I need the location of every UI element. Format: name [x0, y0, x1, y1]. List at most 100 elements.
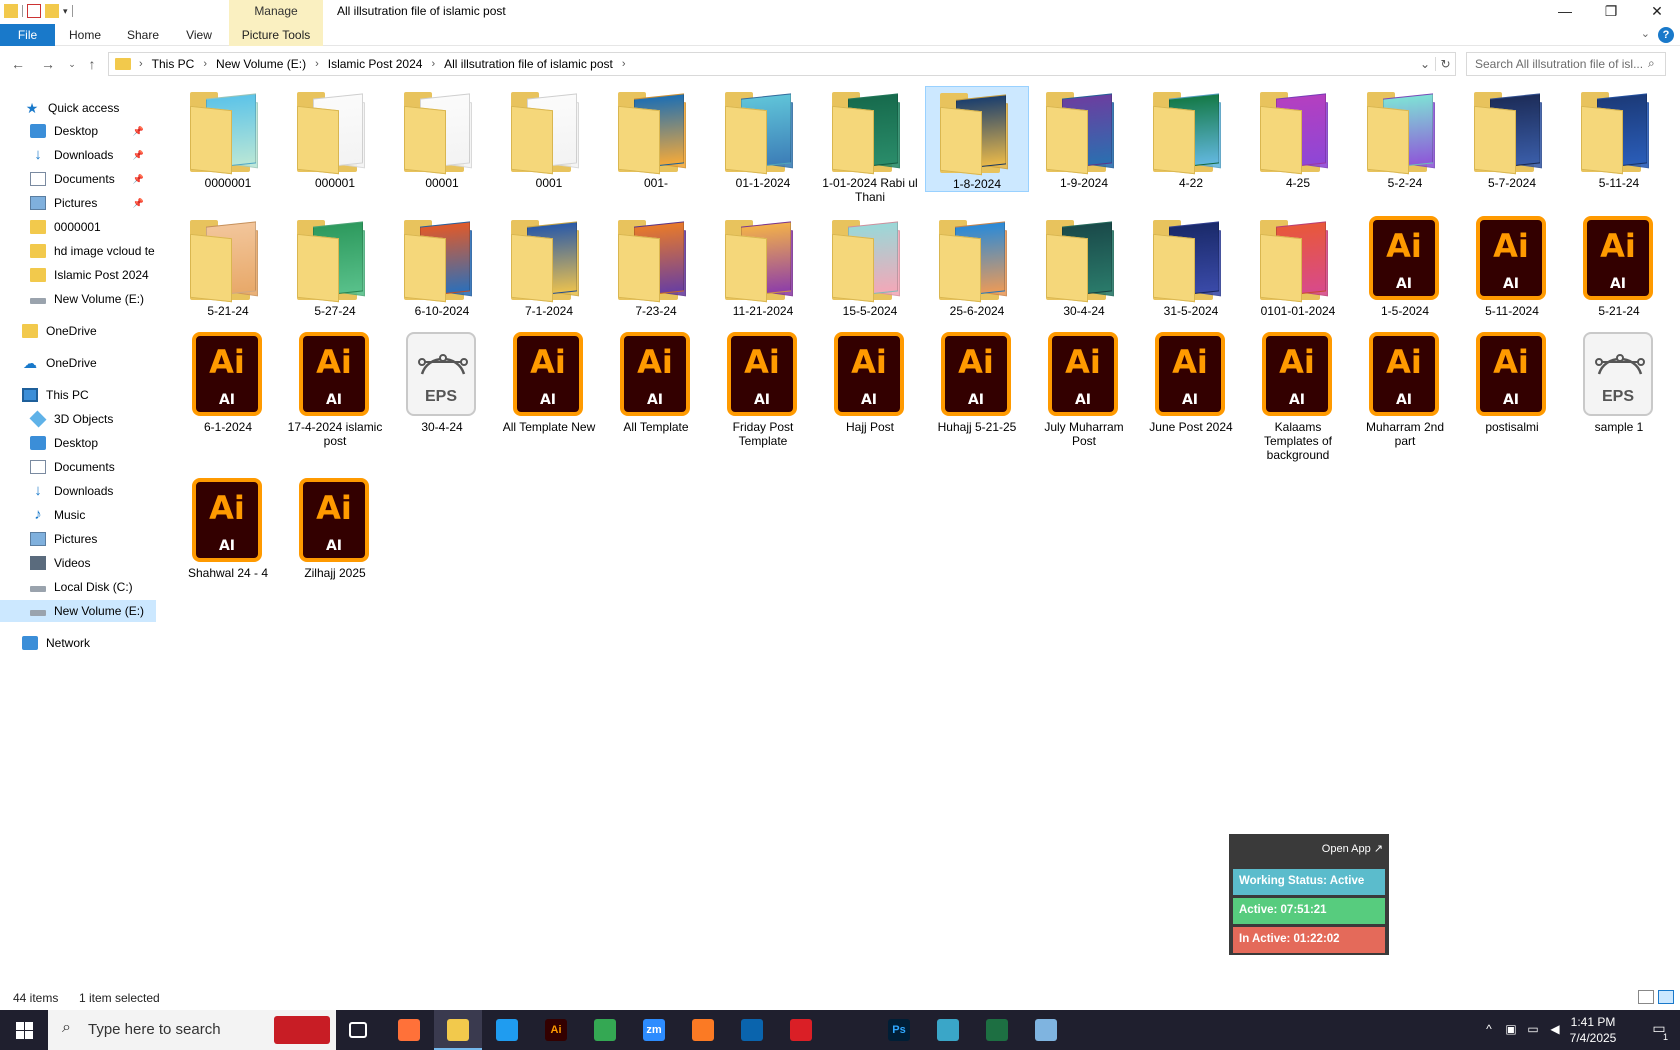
breadcrumb-chevron-icon[interactable]: › [431, 58, 435, 70]
details-view-icon[interactable] [1638, 990, 1654, 1004]
sidebar-item-this-pc[interactable]: This PC [0, 384, 156, 406]
file-item[interactable]: Ai AI Kalaams Templates of background [1246, 330, 1350, 462]
forward-arrow-icon[interactable]: → [38, 55, 58, 73]
folder-item[interactable]: 6-10-2024 [390, 214, 494, 318]
new-folder-icon[interactable] [45, 4, 59, 18]
recent-locations-chevron-icon[interactable]: ⌄ [62, 55, 82, 73]
explorer-folder-icon[interactable] [4, 4, 18, 18]
taskbar-creative-cloud-button[interactable] [777, 1010, 825, 1050]
file-item[interactable]: Ai AI Huhajj 5-21-25 [925, 330, 1029, 434]
sidebar-item-downloads[interactable]: ↓ Downloads [0, 480, 156, 502]
file-item[interactable]: Ai AI 5-21-24 [1567, 214, 1671, 318]
refresh-icon[interactable]: ↻ [1435, 57, 1455, 71]
folder-item[interactable]: 01-1-2024 [711, 86, 815, 190]
close-button[interactable]: ✕ [1634, 0, 1680, 24]
taskbar-zoom-button[interactable]: zm [630, 1010, 678, 1050]
sidebar-item-new-volume-e[interactable]: New Volume (E:) [0, 600, 156, 622]
minimize-button[interactable]: — [1542, 0, 1588, 24]
file-item[interactable]: EPS sample 1 [1567, 330, 1671, 434]
taskbar-task-view-button[interactable] [336, 1010, 384, 1050]
sidebar-item-videos[interactable]: Videos [0, 552, 156, 574]
folder-item[interactable]: 30-4-24 [1032, 214, 1136, 318]
file-item[interactable]: Ai AI Shahwal 24 - 4 [176, 476, 280, 580]
breadcrumb-islamic-post[interactable]: Islamic Post 2024 [328, 57, 423, 71]
file-item[interactable]: Ai AI Hajj Post [818, 330, 922, 434]
file-item[interactable]: EPS 30-4-24 [390, 330, 494, 434]
sidebar-item-onedrive[interactable]: OneDrive [0, 320, 156, 342]
tab-share[interactable]: Share [123, 24, 163, 46]
file-item[interactable]: Ai AI Muharram 2nd part [1353, 330, 1457, 448]
address-history-chevron-icon[interactable]: ⌄ [1415, 57, 1435, 71]
sidebar-item-pictures[interactable]: Pictures [0, 528, 156, 550]
restore-button[interactable]: ❐ [1588, 0, 1634, 24]
manage-contextual-tab[interactable]: Manage [229, 0, 323, 24]
folder-item[interactable]: 1-01-2024 Rabi ul Thani [818, 86, 922, 204]
clock[interactable]: 1:41 PM 7/4/2025 [1558, 1014, 1628, 1046]
tab-home[interactable]: Home [65, 24, 105, 46]
file-item[interactable]: Ai AI 17-4-2024 islamic post [283, 330, 387, 448]
folder-item[interactable]: 5-7-2024 [1460, 86, 1564, 190]
sidebar-item-onedrive[interactable]: ☁ OneDrive [0, 352, 156, 374]
folder-item[interactable]: 15-5-2024 [818, 214, 922, 318]
sidebar-item-pictures[interactable]: Pictures 📌 [0, 192, 156, 214]
sidebar-item-desktop[interactable]: Desktop 📌 [0, 120, 156, 142]
folder-item[interactable]: 5-2-24 [1353, 86, 1457, 190]
folder-item[interactable]: 25-6-2024 [925, 214, 1029, 318]
file-item[interactable]: Ai AI Zilhajj 2025 [283, 476, 387, 580]
folder-item[interactable]: 7-23-24 [604, 214, 708, 318]
taskbar-search-input[interactable]: ⌕ Type here to search [48, 1010, 336, 1050]
folder-item[interactable]: 4-22 [1139, 86, 1243, 190]
file-item[interactable]: Ai AI 6-1-2024 [176, 330, 280, 434]
folder-item[interactable]: 0101-01-2024 [1246, 214, 1350, 318]
taskbar-app-diamond-button[interactable] [924, 1010, 972, 1050]
folder-item[interactable]: 000001 [283, 86, 387, 190]
breadcrumb-chevron-icon[interactable]: › [203, 58, 207, 70]
folder-item[interactable]: 31-5-2024 [1139, 214, 1243, 318]
folder-item[interactable]: 5-21-24 [176, 214, 280, 318]
start-windows-icon[interactable] [0, 1010, 48, 1050]
customize-toolbar-chevron-icon[interactable]: ▾ [63, 6, 68, 17]
tab-picture-tools[interactable]: Picture Tools [229, 24, 323, 46]
file-item[interactable]: Ai AI 1-5-2024 [1353, 214, 1457, 318]
file-item[interactable]: Ai AI 5-11-2024 [1460, 214, 1564, 318]
taskbar-illustrator-button[interactable]: Ai [532, 1010, 580, 1050]
taskbar-firefox-button[interactable] [385, 1010, 433, 1050]
taskbar-pen-tool-button[interactable] [826, 1010, 874, 1050]
folder-item[interactable]: 00001 [390, 86, 494, 190]
sidebar-item-music[interactable]: ♪ Music [0, 504, 156, 526]
file-item[interactable]: Ai AI June Post 2024 [1139, 330, 1243, 434]
folder-item[interactable]: 0001 [497, 86, 601, 190]
folder-item[interactable]: 5-11-24 [1567, 86, 1671, 190]
large-icons-view-icon[interactable] [1658, 990, 1674, 1004]
sidebar-item-local-disk-c[interactable]: Local Disk (C:) [0, 576, 156, 598]
taskbar-photoshop-button[interactable]: Ps [875, 1010, 923, 1050]
file-item[interactable]: Ai AI All Template New [497, 330, 601, 434]
address-bar[interactable]: › This PC › New Volume (E:) › Islamic Po… [108, 52, 1456, 76]
back-arrow-icon[interactable]: ← [8, 55, 28, 73]
help-icon[interactable]: ? [1658, 27, 1674, 43]
taskbar-chrome-button[interactable] [581, 1010, 629, 1050]
tab-file[interactable]: File [0, 24, 55, 46]
taskbar-file-explorer-button[interactable] [434, 1010, 482, 1050]
show-hidden-icons-chevron-icon[interactable]: ^ [1482, 1022, 1496, 1036]
taskbar-xampp-button[interactable] [679, 1010, 727, 1050]
sidebar-item-network[interactable]: Network [0, 632, 156, 654]
tray-app-icon[interactable]: ▣ [1504, 1022, 1518, 1036]
taskbar-vscode-button[interactable] [483, 1010, 531, 1050]
sidebar-item-documents[interactable]: Documents [0, 456, 156, 478]
folder-item[interactable]: 4-25 [1246, 86, 1350, 190]
sidebar-item-hd-image-vcloud-te[interactable]: hd image vcloud te [0, 240, 156, 262]
folder-item[interactable]: 7-1-2024 [497, 214, 601, 318]
folder-item[interactable]: 5-27-24 [283, 214, 387, 318]
folder-item[interactable]: 11-21-2024 [711, 214, 815, 318]
network-status-icon[interactable]: ▭ [1526, 1022, 1540, 1036]
open-app-button[interactable]: Open App ↗ [1233, 838, 1385, 866]
ribbon-expand-chevron-icon[interactable]: ⌄ [1641, 27, 1650, 40]
sidebar-item-new-volume-e[interactable]: New Volume (E:) [0, 288, 156, 310]
breadcrumb-chevron-icon[interactable]: › [139, 58, 143, 70]
sidebar-item-quick-access[interactable]: ★ Quick access [0, 97, 156, 119]
file-item[interactable]: Ai AI July Muharram Post [1032, 330, 1136, 448]
properties-icon[interactable] [27, 4, 41, 18]
file-item[interactable]: Ai AI Friday Post Template [711, 330, 815, 448]
file-item[interactable]: Ai AI All Template [604, 330, 708, 434]
